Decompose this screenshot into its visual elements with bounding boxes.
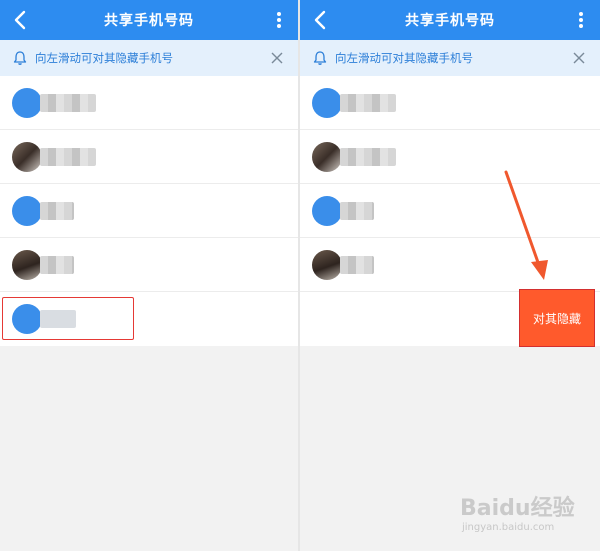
blurred-contact-name (340, 94, 396, 112)
page-title: 共享手机号码 (405, 13, 495, 29)
app-header: 共享手机号码 (300, 0, 600, 40)
notice-text: 向左滑动可对其隐藏手机号 (335, 51, 473, 65)
notice-text: 向左滑动可对其隐藏手机号 (35, 51, 173, 65)
bell-icon (313, 51, 327, 65)
page-title: 共享手机号码 (104, 13, 194, 29)
left-screen: 共享手机号码 向左滑动可对其隐藏手机号 (0, 0, 298, 551)
avatar (312, 196, 342, 226)
annotation-arrow-icon (504, 170, 548, 280)
avatar (312, 88, 342, 118)
blurred-contact-name (40, 94, 96, 112)
list-item[interactable] (0, 130, 298, 184)
watermark-url: jingyan.baidu.com (462, 522, 555, 533)
blurred-contact-name (340, 256, 374, 274)
more-menu-icon[interactable] (578, 12, 584, 30)
avatar (312, 142, 342, 172)
bell-icon (13, 51, 27, 65)
avatar (12, 142, 42, 172)
blurred-contact-name (40, 256, 74, 274)
blurred-contact-name (40, 202, 74, 220)
list-item[interactable] (0, 76, 298, 130)
list-item[interactable] (0, 184, 298, 238)
baidu-jingyan-watermark: Baidu经验 jingyan.baidu.com (460, 488, 588, 544)
blurred-contact-name (340, 202, 374, 220)
avatar (312, 250, 342, 280)
app-header: 共享手机号码 (0, 0, 298, 40)
notice-bar: 向左滑动可对其隐藏手机号 (0, 40, 298, 76)
more-menu-icon[interactable] (276, 12, 282, 30)
blurred-contact-name (40, 148, 96, 166)
blurred-contact-name (340, 148, 396, 166)
list-item[interactable] (0, 238, 298, 292)
close-icon[interactable] (270, 51, 284, 65)
avatar (12, 88, 42, 118)
avatar (12, 196, 42, 226)
watermark-brand: Baidu经验 (460, 496, 575, 521)
notice-bar: 向左滑动可对其隐藏手机号 (300, 40, 600, 76)
avatar (12, 250, 42, 280)
list-item[interactable] (300, 76, 600, 130)
close-icon[interactable] (572, 51, 586, 65)
highlight-box (2, 297, 134, 340)
hide-from-contact-button[interactable]: 对其隐藏 (519, 289, 595, 347)
